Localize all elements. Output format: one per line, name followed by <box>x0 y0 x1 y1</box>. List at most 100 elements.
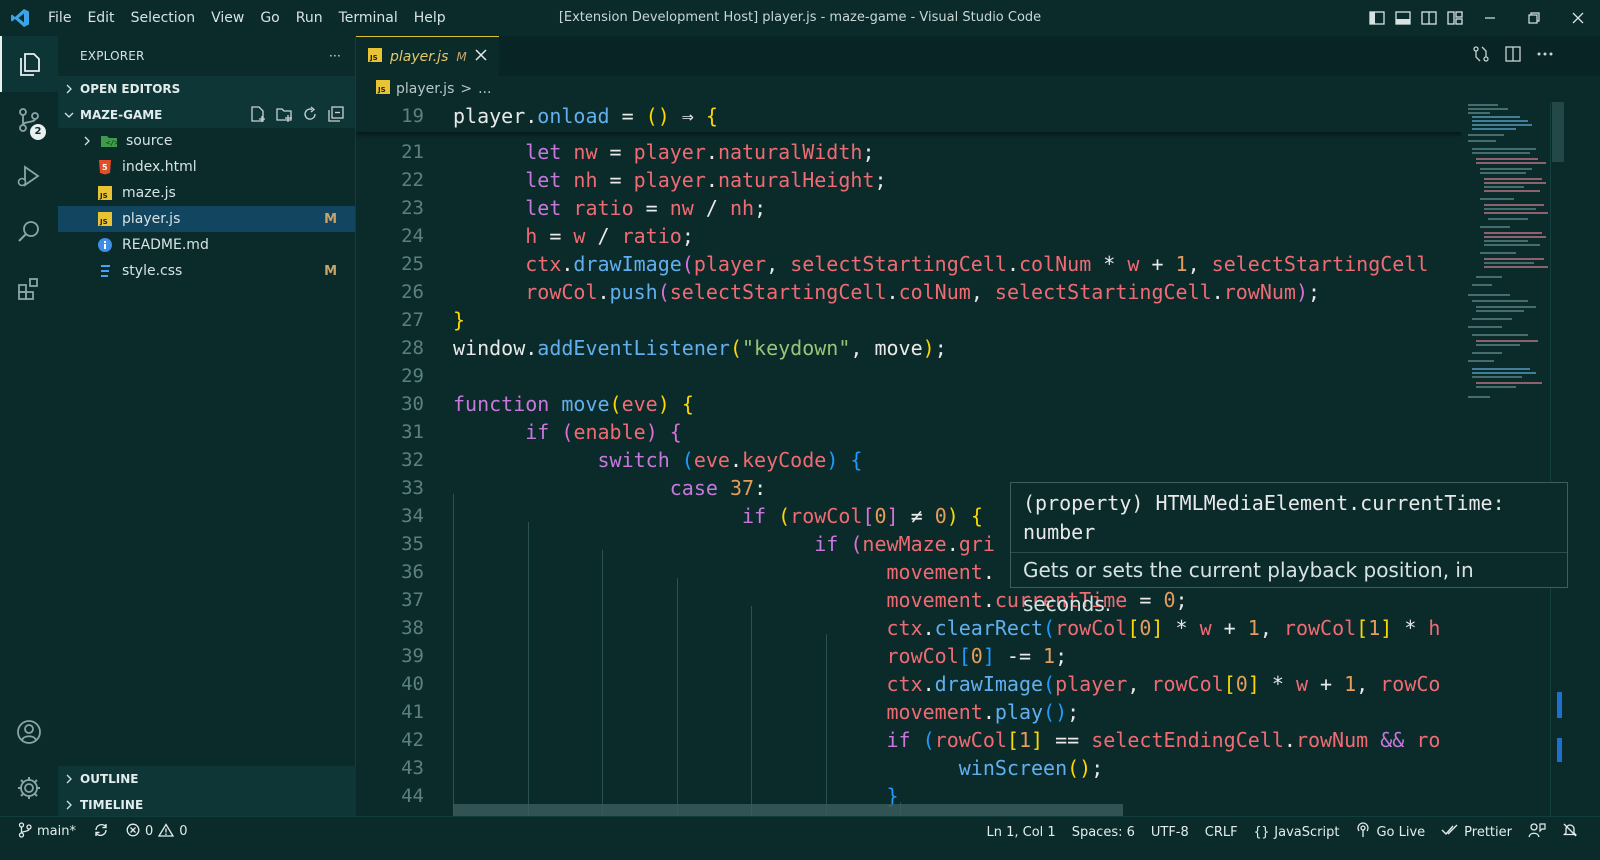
close-tab-icon[interactable] <box>475 48 487 65</box>
file-name: index.html <box>122 159 197 175</box>
minimize-button[interactable] <box>1468 0 1512 36</box>
cursor-position[interactable]: Ln 1, Col 1 <box>979 817 1064 847</box>
open-editors-section[interactable]: OPEN EDITORS <box>58 76 355 102</box>
javascript-file-icon: JS <box>376 80 390 98</box>
extensions-icon[interactable] <box>0 260 58 316</box>
tree-file-style-css[interactable]: style.css M <box>58 258 355 284</box>
tree-file-index-html[interactable]: 5 index.html <box>58 154 355 180</box>
tab-player-js[interactable]: JS player.js M <box>356 36 499 76</box>
split-editor-icon[interactable] <box>1504 45 1522 67</box>
chevron-right-icon <box>78 132 96 150</box>
menu-selection[interactable]: Selection <box>123 0 204 36</box>
menu-view[interactable]: View <box>203 0 252 36</box>
file-name: player.js <box>122 211 181 227</box>
explorer-icon[interactable] <box>0 36 58 92</box>
accounts-feedback-button[interactable] <box>1520 817 1554 847</box>
go-live-label: Go Live <box>1376 824 1426 840</box>
hover-signature-line: (property) HTMLMediaElement.currentTime: <box>1023 491 1505 515</box>
file-name: source <box>126 133 173 149</box>
svg-text:JS: JS <box>99 192 108 200</box>
language-label: JavaScript <box>1274 824 1340 840</box>
file-encoding[interactable]: UTF-8 <box>1143 817 1197 847</box>
close-window-button[interactable] <box>1556 0 1600 36</box>
explorer-sidebar: EXPLORER ··· OPEN EDITORS MAZE-GAME </> … <box>58 36 356 818</box>
indentation[interactable]: Spaces: 6 <box>1064 817 1143 847</box>
refresh-icon[interactable] <box>301 105 319 126</box>
scm-badge: 2 <box>30 124 46 140</box>
html5-icon: 5 <box>96 158 114 176</box>
error-count: 0 <box>144 824 154 839</box>
restore-button[interactable] <box>1512 0 1556 36</box>
explorer-header: EXPLORER ··· <box>58 36 355 76</box>
manage-gear-icon[interactable] <box>0 760 58 816</box>
explorer-title: EXPLORER <box>80 49 145 63</box>
accounts-icon[interactable] <box>0 704 58 760</box>
go-live-button[interactable]: Go Live <box>1347 817 1433 847</box>
new-folder-icon[interactable] <box>275 105 293 126</box>
end-of-line[interactable]: CRLF <box>1197 817 1246 847</box>
toggle-primary-sidebar-icon[interactable] <box>1364 0 1390 36</box>
svg-text:JS: JS <box>369 54 378 62</box>
notifications-button[interactable] <box>1554 817 1586 847</box>
code-view[interactable]: 21 let nw = player.naturalWidth; 22 let … <box>356 102 1462 816</box>
menu-run[interactable]: Run <box>288 0 331 36</box>
maze-game-folder-section[interactable]: MAZE-GAME <box>58 102 355 128</box>
vertical-scrollbar[interactable] <box>1550 102 1564 816</box>
chevron-right-icon <box>58 84 80 94</box>
collapse-all-icon[interactable] <box>327 105 345 126</box>
outline-label: OUTLINE <box>80 772 139 786</box>
chevron-right-icon <box>58 800 80 810</box>
open-changes-icon[interactable] <box>1472 45 1490 67</box>
tree-file-maze-js[interactable]: JS maze.js <box>58 180 355 206</box>
css-file-icon <box>96 262 114 280</box>
double-check-icon <box>1441 823 1459 841</box>
branch-name: main* <box>37 824 76 839</box>
more-actions-icon[interactable] <box>1536 45 1554 67</box>
menu-terminal[interactable]: Terminal <box>331 0 406 36</box>
source-control-icon[interactable]: 2 <box>0 92 58 148</box>
status-branch[interactable]: main* <box>0 817 84 847</box>
breadcrumb-file[interactable]: player.js <box>396 81 454 97</box>
tree-file-player-js[interactable]: JS player.js M <box>58 206 355 232</box>
search-icon[interactable] <box>0 204 58 260</box>
language-mode[interactable]: {} JavaScript <box>1246 817 1348 847</box>
timeline-section[interactable]: TIMELINE <box>58 792 356 818</box>
problems-indicator[interactable]: 0 0 <box>118 817 196 847</box>
toggle-secondary-sidebar-icon[interactable] <box>1416 0 1442 36</box>
outline-section[interactable]: OUTLINE <box>58 766 356 792</box>
explorer-more-button[interactable]: ··· <box>329 49 341 63</box>
menu-help[interactable]: Help <box>406 0 454 36</box>
menu-file[interactable]: File <box>40 0 79 36</box>
prettier-status[interactable]: Prettier <box>1433 817 1520 847</box>
tree-file-readme[interactable]: README.md <box>58 232 355 258</box>
activity-bar: 2 <box>0 36 58 816</box>
window-bottom-edge <box>0 846 1600 860</box>
minimap[interactable] <box>1462 102 1556 816</box>
code-line: 42 if (rowCol[1] == selectEndingCell.row… <box>401 728 1441 752</box>
toggle-panel-icon[interactable] <box>1390 0 1416 36</box>
code-line: 24 h = w / ratio; <box>401 224 694 248</box>
code-line: 32 switch (eve.keyCode) { <box>401 448 863 472</box>
chevron-down-icon <box>58 110 80 120</box>
warning-icon <box>158 822 175 841</box>
customize-layout-icon[interactable] <box>1442 0 1468 36</box>
breadcrumb-symbol[interactable]: ... <box>478 81 491 97</box>
code-line: 23 let ratio = nw / nh; <box>401 196 767 220</box>
code-line: 22 let nh = player.naturalHeight; <box>401 168 887 192</box>
svg-text:JS: JS <box>99 218 108 226</box>
menu-go[interactable]: Go <box>252 0 287 36</box>
horizontal-scrollbar[interactable] <box>453 804 1123 816</box>
sticky-scroll-line[interactable]: 19 player.onload = () ⇒ { <box>356 102 1462 132</box>
javascript-file-icon: JS <box>96 210 114 228</box>
file-name: style.css <box>122 263 183 279</box>
svg-text:5: 5 <box>102 163 108 172</box>
new-file-icon[interactable] <box>249 105 267 126</box>
code-line: 39 rowCol[0] -= 1; <box>401 644 1068 668</box>
menu-edit[interactable]: Edit <box>79 0 122 36</box>
git-branch-icon <box>18 821 32 842</box>
tree-folder-source[interactable]: </> source <box>58 128 355 154</box>
run-debug-icon[interactable] <box>0 148 58 204</box>
sync-button[interactable] <box>84 817 118 847</box>
breadcrumb-separator: > <box>460 81 473 97</box>
code-line: 31 if (enable) { <box>401 420 682 444</box>
